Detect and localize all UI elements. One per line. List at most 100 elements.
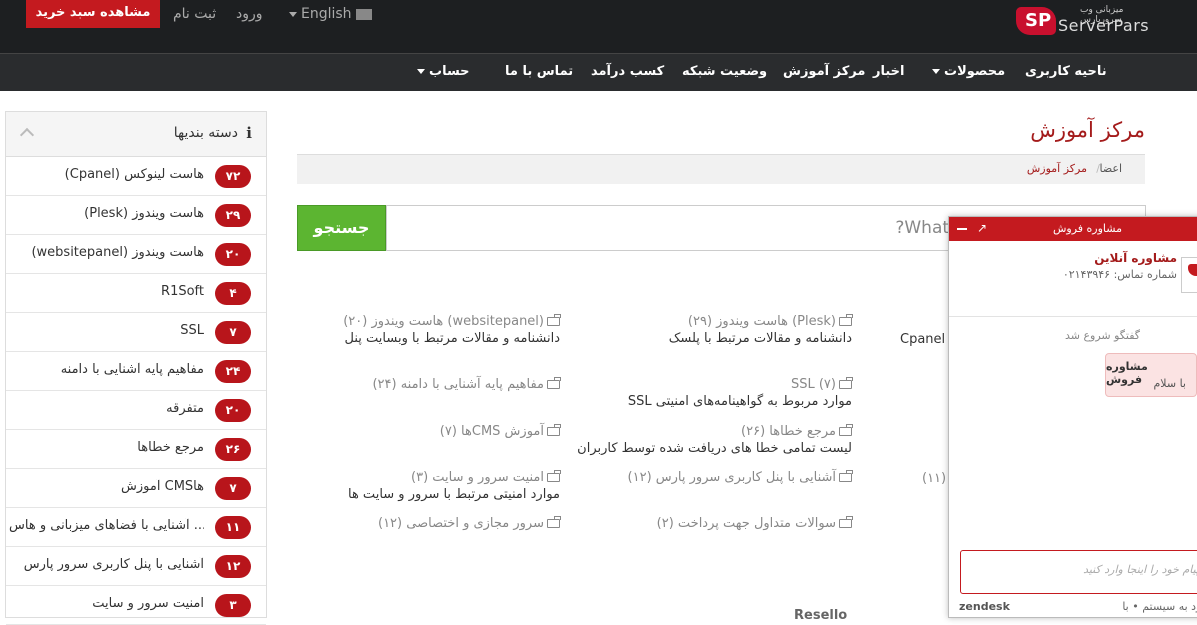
sidebar-item[interactable]: (Cpanel) هاست لینوکس ۷۲ xyxy=(6,157,266,196)
category-title[interactable]: SSL (۷) xyxy=(791,377,836,392)
sidebar-item[interactable]: مفاهیم پایه آشنایی با دامنه ۲۴ xyxy=(6,352,266,391)
nav-knowledgebase[interactable]: مرکز آموزش xyxy=(783,64,865,79)
folder-icon xyxy=(839,314,853,326)
nav-news[interactable]: اخبار xyxy=(873,64,905,79)
folder-icon xyxy=(547,470,561,482)
category-item[interactable]: SSL (۷) موارد مربوط به گواهینامه‌های امن… xyxy=(600,377,853,409)
avatar xyxy=(1181,257,1197,293)
sidebar-item[interactable]: آشنایی با پنل کاربری سرور پارس ۱۲ xyxy=(6,547,266,586)
sidebar-item[interactable]: R1Soft ۴ xyxy=(6,274,266,313)
sidebar-item-label: آشنایی با فضاهای میزبانی و هاس ... xyxy=(9,518,204,533)
flag-icon xyxy=(356,8,373,20)
zendesk-brand[interactable]: zendesk xyxy=(959,600,1010,613)
folder-icon xyxy=(547,516,561,528)
nav-client-area[interactable]: ناحیه کاربری xyxy=(1025,64,1107,79)
category-item[interactable]: سرور مجازی و اختصاصی (۱۲) xyxy=(300,516,561,531)
sidebar-item-label: R1Soft xyxy=(161,284,204,299)
chat-compose xyxy=(960,550,1197,594)
folder-icon xyxy=(839,424,853,436)
sidebar-item-label: (Plesk) هاست ویندوز xyxy=(84,206,204,221)
sidebar-item-label: مفاهیم پایه آشنایی با دامنه xyxy=(60,362,204,377)
count-badge: ۷ xyxy=(215,321,251,344)
sidebar-item[interactable]: آشنایی با فضاهای میزبانی و هاس ... ۱۱ xyxy=(6,508,266,547)
page-title: مرکز آموزش xyxy=(1030,118,1145,142)
sidebar-item-label: مرجع خطاها xyxy=(137,440,204,455)
category-title[interactable]: (Plesk) هاست ویندوز (۲۹) xyxy=(688,314,836,329)
chat-login-link[interactable]: ورود به سیستم • با xyxy=(1122,600,1197,613)
category-title[interactable]: (websitepanel) هاست ویندوز (۲۰) xyxy=(343,314,544,329)
count-badge: ۲۰ xyxy=(215,399,251,422)
agent-phone: شماره تماس: ۰۲۱۴۳۹۴۶ xyxy=(1062,268,1177,281)
category-item[interactable]: (websitepanel) هاست ویندوز (۲۰) دانشنامه… xyxy=(300,314,561,346)
logo-wordmark: ServerPars xyxy=(1058,16,1150,35)
nav-contact[interactable]: تماس با ما xyxy=(505,64,573,79)
sidebar-item[interactable]: متفرقه ۲۰ xyxy=(6,391,266,430)
register-link[interactable]: ثبت نام xyxy=(173,6,216,22)
category-title[interactable]: امنیت سرور و سایت (۳) xyxy=(411,470,544,485)
sidebar-item[interactable]: (Plesk) هاست ویندوز ۲۹ xyxy=(6,196,266,235)
category-title[interactable]: مرجع خطاها (۲۶) xyxy=(741,424,836,439)
category-title[interactable]: سوالات متداول جهت پرداخت (۲) xyxy=(657,516,836,531)
nav-account[interactable]: حساب xyxy=(413,64,470,79)
popout-icon[interactable]: ↗ xyxy=(977,221,987,235)
chat-widget: ↗ مشاوره فروش مشاوره آنلاین شماره تماس: … xyxy=(948,216,1197,618)
breadcrumb-separator: / xyxy=(1096,162,1100,175)
main-nav: ناحیه کاربری محصولات اخبار مرکز آموزش وض… xyxy=(0,53,1197,91)
sidebar-item-label: امنیت سرور و سایت xyxy=(92,596,204,611)
breadcrumb-knowledgebase[interactable]: مرکز آموزش xyxy=(1027,162,1087,175)
count-badge: ۳ xyxy=(215,594,251,617)
sidebar-item[interactable]: (websitepanel) هاست ویندوز ۲۰ xyxy=(6,235,266,274)
view-cart-button[interactable]: مشاهده سبد خرید xyxy=(26,0,160,28)
nav-affiliates[interactable]: کسب درآمد xyxy=(591,64,664,79)
breadcrumb-members[interactable]: اعضا xyxy=(1099,162,1122,175)
logo-mark-icon: SP xyxy=(1016,7,1056,35)
count-badge: ۱۱ xyxy=(215,516,251,539)
category-fragment[interactable]: (۱۱) xyxy=(922,471,946,486)
count-badge: ۴ xyxy=(215,282,251,305)
chevron-down-icon xyxy=(932,69,940,74)
chat-header[interactable]: ↗ مشاوره فروش xyxy=(949,217,1197,241)
category-title[interactable]: آشنایی با پنل کاربری سرور پارس (۱۲) xyxy=(628,470,836,485)
count-badge: ۲۴ xyxy=(215,360,251,383)
breadcrumb: اعضا / مرکز آموزش xyxy=(297,155,1145,184)
chat-started-note: گفتگو شروع شد xyxy=(1064,329,1140,342)
nav-network-status[interactable]: وضعیت شبکه xyxy=(682,64,767,79)
category-title[interactable]: مفاهیم پایه آشنایی با دامنه (۲۴) xyxy=(372,377,544,392)
category-item[interactable]: امنیت سرور و سایت (۳) موارد امنیتی مرتبط… xyxy=(300,470,561,502)
sidebar-item-label: (websitepanel) هاست ویندوز xyxy=(31,245,204,260)
category-title[interactable]: سرور مجازی و اختصاصی (۱۲) xyxy=(378,516,544,531)
sidebar-item[interactable]: مرجع خطاها ۲۶ xyxy=(6,430,266,469)
chevron-up-icon[interactable] xyxy=(19,127,35,143)
category-item[interactable]: آموزش CMSها (۷) xyxy=(300,424,561,439)
chat-message-input[interactable] xyxy=(969,563,1197,576)
login-link[interactable]: ورود xyxy=(236,6,263,22)
serverpars-logo[interactable]: SP میزبانی وب سرورپارس ServerPars xyxy=(1016,5,1150,41)
category-fragment[interactable]: Resello xyxy=(794,608,847,623)
sidebar-item-label: آشنایی با پنل کاربری سرور پارس xyxy=(23,557,204,572)
count-badge: ۲۶ xyxy=(215,438,251,461)
language-switcher[interactable]: English xyxy=(285,6,373,22)
chat-title: مشاوره فروش xyxy=(1052,222,1122,235)
nav-products[interactable]: محصولات xyxy=(928,64,1005,79)
category-description: دانشنامه و مقالات مرتبط با وبسایت پنل xyxy=(344,331,560,346)
category-item[interactable]: مرجع خطاها (۲۶) لیست تمامی خطا های دریاف… xyxy=(577,424,853,456)
category-title[interactable]: آموزش CMSها (۷) xyxy=(440,424,544,439)
folder-icon xyxy=(839,516,853,528)
chevron-down-icon xyxy=(417,69,425,74)
category-item[interactable]: مفاهیم پایه آشنایی با دامنه (۲۴) xyxy=(300,377,561,392)
category-item[interactable]: (Plesk) هاست ویندوز (۲۹) دانشنامه و مقال… xyxy=(638,314,853,346)
chat-message: مشاوره فروش با سلام xyxy=(1105,353,1197,397)
category-item[interactable]: آشنایی با پنل کاربری سرور پارس (۱۲) xyxy=(600,470,853,485)
sidebar-item[interactable]: آموزش CMSها ۷ xyxy=(6,469,266,508)
category-item[interactable]: سوالات متداول جهت پرداخت (۲) xyxy=(600,516,853,531)
search-button[interactable]: جستجو xyxy=(297,205,386,251)
minimize-icon[interactable] xyxy=(957,228,967,230)
count-badge: ۲۹ xyxy=(215,204,251,227)
sidebar-header[interactable]: i دسته بندیها xyxy=(6,112,266,157)
sidebar-item[interactable]: امنیت سرور و سایت ۳ xyxy=(6,586,266,625)
sidebar-item-label: آموزش CMSها xyxy=(121,479,204,494)
count-badge: ۱۲ xyxy=(215,555,251,578)
category-fragment[interactable]: Cpanel - xyxy=(900,332,954,347)
sidebar-item[interactable]: SSL ۷ xyxy=(6,313,266,352)
folder-icon xyxy=(839,377,853,389)
